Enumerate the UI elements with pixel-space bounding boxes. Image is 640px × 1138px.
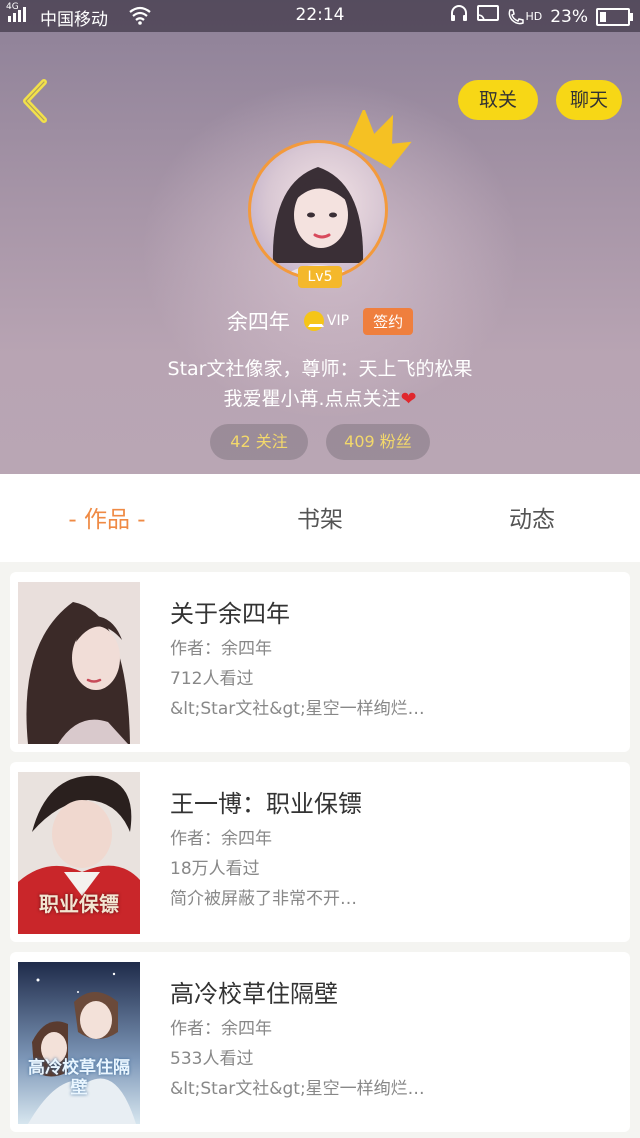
book-desc: &lt;Star文社&gt;星空一样绚烂… — [170, 1079, 425, 1099]
bio-line-2-text: 我爱瞿小苒.点点关注 — [223, 388, 401, 410]
book-cover: 高冷校草住隔壁 — [18, 962, 140, 1124]
chevron-left-icon — [23, 79, 47, 123]
headset-icon — [449, 4, 469, 29]
profile-header: 4G 中国移动 22:14 HD 23% 取关 聊天 Lv5 余四年 VIP 签… — [0, 0, 640, 474]
cover-image — [18, 962, 140, 1124]
call-hd-icon: HD — [507, 8, 542, 26]
book-author: 作者：余四年 — [170, 639, 272, 659]
avatar-group: Lv5 — [248, 110, 412, 288]
list-item[interactable]: 职业保镖 王一博：职业保镖 作者：余四年 18万人看过 简介被屏蔽了非常不开… — [10, 762, 630, 942]
unfollow-button[interactable]: 取关 — [458, 80, 538, 120]
battery-percent: 23% — [550, 6, 588, 27]
list-item[interactable]: 关于余四年 作者：余四年 712人看过 &lt;Star文社&gt;星空一样绚烂… — [10, 572, 630, 752]
username: 余四年 — [226, 310, 290, 334]
chat-button[interactable]: 聊天 — [556, 80, 622, 120]
book-cover: 职业保镖 — [18, 772, 140, 934]
bio-line-2: 我爱瞿小苒.点点关注❤ — [0, 384, 640, 411]
bio-line-1: Star文社像家，尊师：天上飞的松果 — [167, 358, 473, 380]
battery-icon — [596, 7, 633, 26]
cover-text: 高冷校草住隔壁 — [28, 1058, 130, 1098]
heart-icon: ❤ — [400, 388, 417, 410]
tab-works[interactable]: - 作品 - — [42, 474, 172, 562]
name-row: 余四年 VIP 签约 — [0, 306, 640, 336]
list-item[interactable]: 高冷校草住隔壁 高冷校草住隔壁 作者：余四年 533人看过 &lt;Star文社… — [10, 952, 630, 1132]
back-button[interactable] — [14, 76, 58, 126]
book-author: 作者：余四年 — [170, 829, 272, 849]
tab-activity[interactable]: 动态 — [472, 474, 592, 562]
book-views: 533人看过 — [170, 1049, 254, 1069]
book-author: 作者：余四年 — [170, 1019, 272, 1039]
battery-fill — [600, 11, 606, 22]
crown-icon — [347, 110, 412, 169]
book-title: 王一博：职业保镖 — [170, 790, 362, 818]
book-desc: 简介被屏蔽了非常不开… — [170, 889, 357, 909]
cover-text: 职业保镖 — [39, 892, 119, 916]
profile-tabs: - 作品 - 书架 动态 — [0, 474, 640, 562]
cast-icon — [477, 5, 500, 28]
crown-icon — [303, 311, 324, 331]
signed-badge: 签约 — [363, 307, 414, 335]
vip-badge: VIP — [303, 311, 350, 331]
vip-label: VIP — [326, 313, 350, 329]
book-cover — [18, 582, 140, 744]
status-bar: 4G 中国移动 22:14 HD 23% — [0, 0, 640, 32]
level-badge: Lv5 — [298, 266, 342, 288]
following-count[interactable]: 42 关注 — [210, 424, 308, 460]
book-desc: &lt;Star文社&gt;星空一样绚烂… — [170, 699, 425, 719]
tab-bookshelf[interactable]: 书架 — [260, 474, 380, 562]
fans-count[interactable]: 409 粉丝 — [326, 424, 430, 460]
book-views: 712人看过 — [170, 669, 254, 689]
book-views: 18万人看过 — [170, 859, 260, 879]
volte-label: HD — [525, 10, 543, 23]
cover-image — [18, 582, 140, 744]
book-title: 高冷校草住隔壁 — [170, 980, 338, 1008]
book-title: 关于余四年 — [170, 600, 290, 628]
